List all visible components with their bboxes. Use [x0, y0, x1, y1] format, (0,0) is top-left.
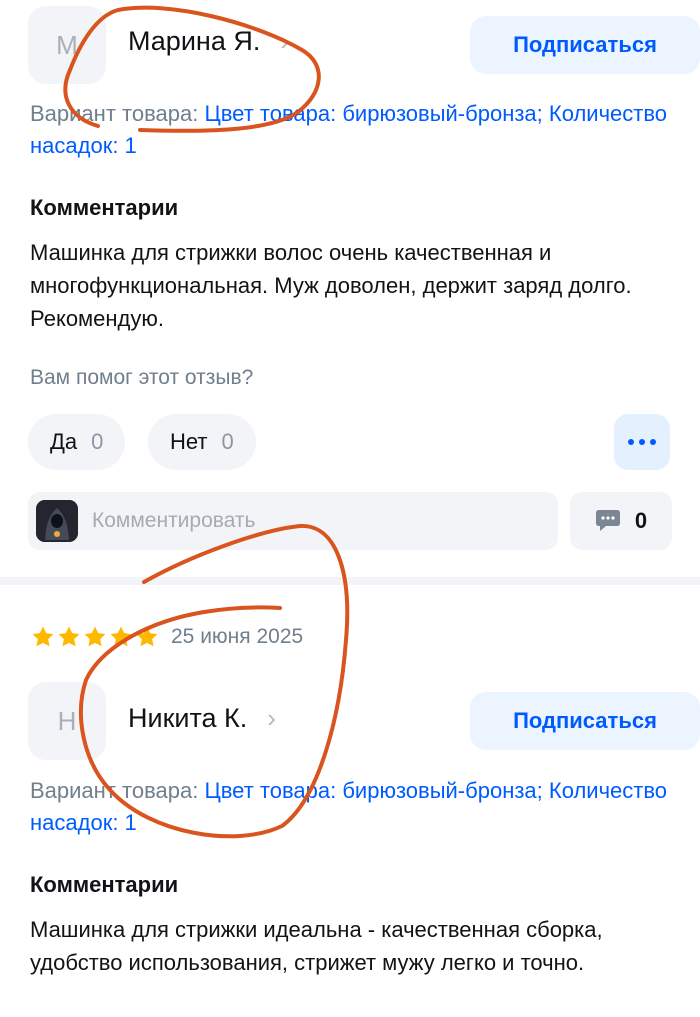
user-avatar [36, 500, 78, 542]
helpful-no-label: Нет [170, 429, 208, 454]
comments-title: Комментарии [30, 195, 179, 220]
helpful-yes-count: 0 [91, 429, 104, 454]
more-options-button[interactable] [614, 414, 670, 470]
chevron-right-icon: › [267, 703, 276, 733]
comments-count: 0 [634, 508, 648, 533]
helpful-question: Вам помог этот отзыв? [30, 366, 254, 389]
helpful-yes-label: Да [50, 429, 78, 454]
subscribe-button[interactable]: Подписаться [470, 692, 700, 750]
author-link[interactable]: Никита К. › [128, 703, 276, 734]
helpful-yes-button[interactable]: Да 0 [28, 414, 126, 470]
avatar[interactable]: Н [28, 682, 106, 760]
author-name: Никита К. [128, 703, 248, 733]
variant-label: Вариант товара: [30, 101, 199, 126]
review-text: Машинка для стрижки волос очень качестве… [30, 240, 632, 331]
chevron-right-icon: › [280, 26, 290, 56]
subscribe-button[interactable]: Подписаться [470, 16, 700, 74]
star-icon [32, 626, 54, 647]
avatar-initial: М [56, 29, 78, 60]
comment-bubble-icon [595, 510, 620, 531]
star-icon [110, 626, 132, 647]
comment-input[interactable]: Комментировать [28, 492, 558, 550]
avatar[interactable]: М [28, 6, 106, 84]
star-icon [136, 626, 158, 647]
product-variant: Вариант товара: Цвет товара: бирюзовый-б… [30, 98, 690, 162]
star-icon [58, 626, 80, 647]
variant-label: Вариант товара: [30, 778, 199, 803]
product-variant: Вариант товара: Цвет товара: бирюзовый-б… [30, 775, 690, 839]
more-dots-icon [628, 439, 634, 445]
helpful-no-count: 0 [221, 429, 234, 454]
review-date: 25 июня 2025 [171, 625, 304, 648]
author-link[interactable]: Марина Я. › [128, 26, 289, 57]
rating-stars: 25 июня 2025 [31, 625, 303, 649]
helpful-no-button[interactable]: Нет 0 [148, 414, 256, 470]
review-divider [0, 577, 700, 585]
avatar-initial: Н [57, 705, 77, 736]
comment-placeholder: Комментировать [92, 509, 256, 532]
star-icon [84, 626, 106, 647]
author-name: Марина Я. [128, 26, 261, 56]
comments-count-button[interactable]: 0 [570, 492, 672, 550]
review-text: Машинка для стрижки идеальна - качествен… [30, 917, 603, 975]
comments-title: Комментарии [30, 872, 179, 897]
